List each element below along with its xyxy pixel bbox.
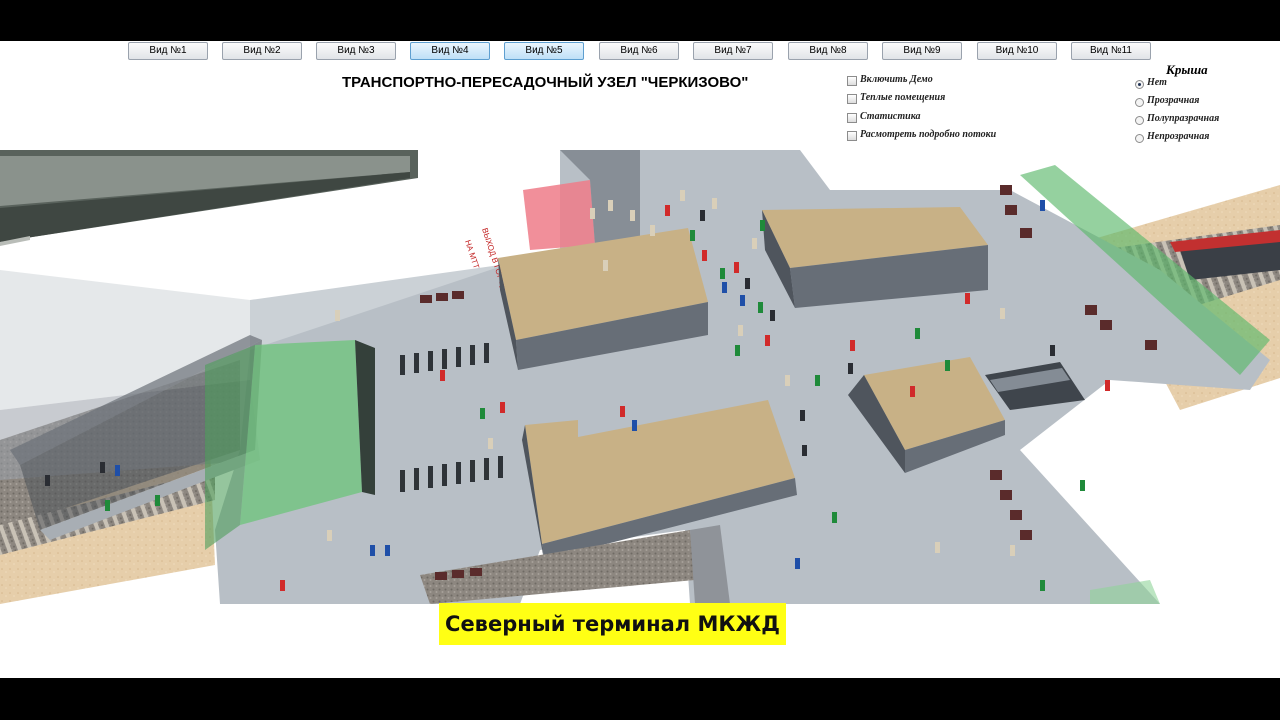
view-2-button[interactable]: Вид №2 (222, 42, 302, 60)
view-1-button[interactable]: Вид №1 (128, 42, 208, 60)
simulation-window: Вид №1 Вид №2 Вид №3 Вид №4 Вид №5 Вид №… (0, 41, 1280, 678)
letterbox-bottom (0, 678, 1280, 720)
exit-block-red (523, 150, 640, 250)
checkbox[interactable] (847, 94, 857, 105)
roof-title: Крыша (1166, 62, 1208, 77)
view-3-button[interactable]: Вид №3 (316, 42, 396, 60)
view-toolbar: Вид №1 Вид №2 Вид №3 Вид №4 Вид №5 Вид №… (0, 41, 1280, 61)
radio-button[interactable] (1135, 116, 1144, 125)
letterbox-top (0, 0, 1280, 41)
radio-button[interactable] (1135, 98, 1144, 107)
building-right-top (762, 207, 988, 308)
view-8-button[interactable]: Вид №8 (788, 42, 868, 60)
view-9-button[interactable]: Вид №9 (882, 42, 962, 60)
view-4-button[interactable]: Вид №4 (410, 42, 490, 60)
view-11-button[interactable]: Вид №11 (1071, 42, 1151, 60)
radio-button[interactable] (1135, 80, 1144, 89)
page-title: ТРАНСПОРТНО-ПЕРЕСАДОЧНЫЙ УЗЕЛ "ЧЕРКИЗОВО… (342, 74, 749, 91)
checkbox[interactable] (847, 130, 857, 141)
terminal-caption: Северный терминал МКЖД (439, 603, 786, 645)
exit-sign-line2: НА МТТ (463, 239, 481, 270)
view-5-button[interactable]: Вид №5 (504, 42, 584, 60)
view-6-button[interactable]: Вид №6 (599, 42, 679, 60)
checkbox[interactable] (847, 76, 857, 86)
station-3d-viewport[interactable]: ВЫХОД В ГОРОД НА МТТ (0, 150, 1280, 604)
train-top-left (0, 150, 418, 246)
view-10-button[interactable]: Вид №10 (977, 42, 1057, 60)
view-7-button[interactable]: Вид №7 (693, 42, 773, 60)
radio-button[interactable] (1135, 134, 1144, 143)
checkbox[interactable] (847, 112, 857, 123)
